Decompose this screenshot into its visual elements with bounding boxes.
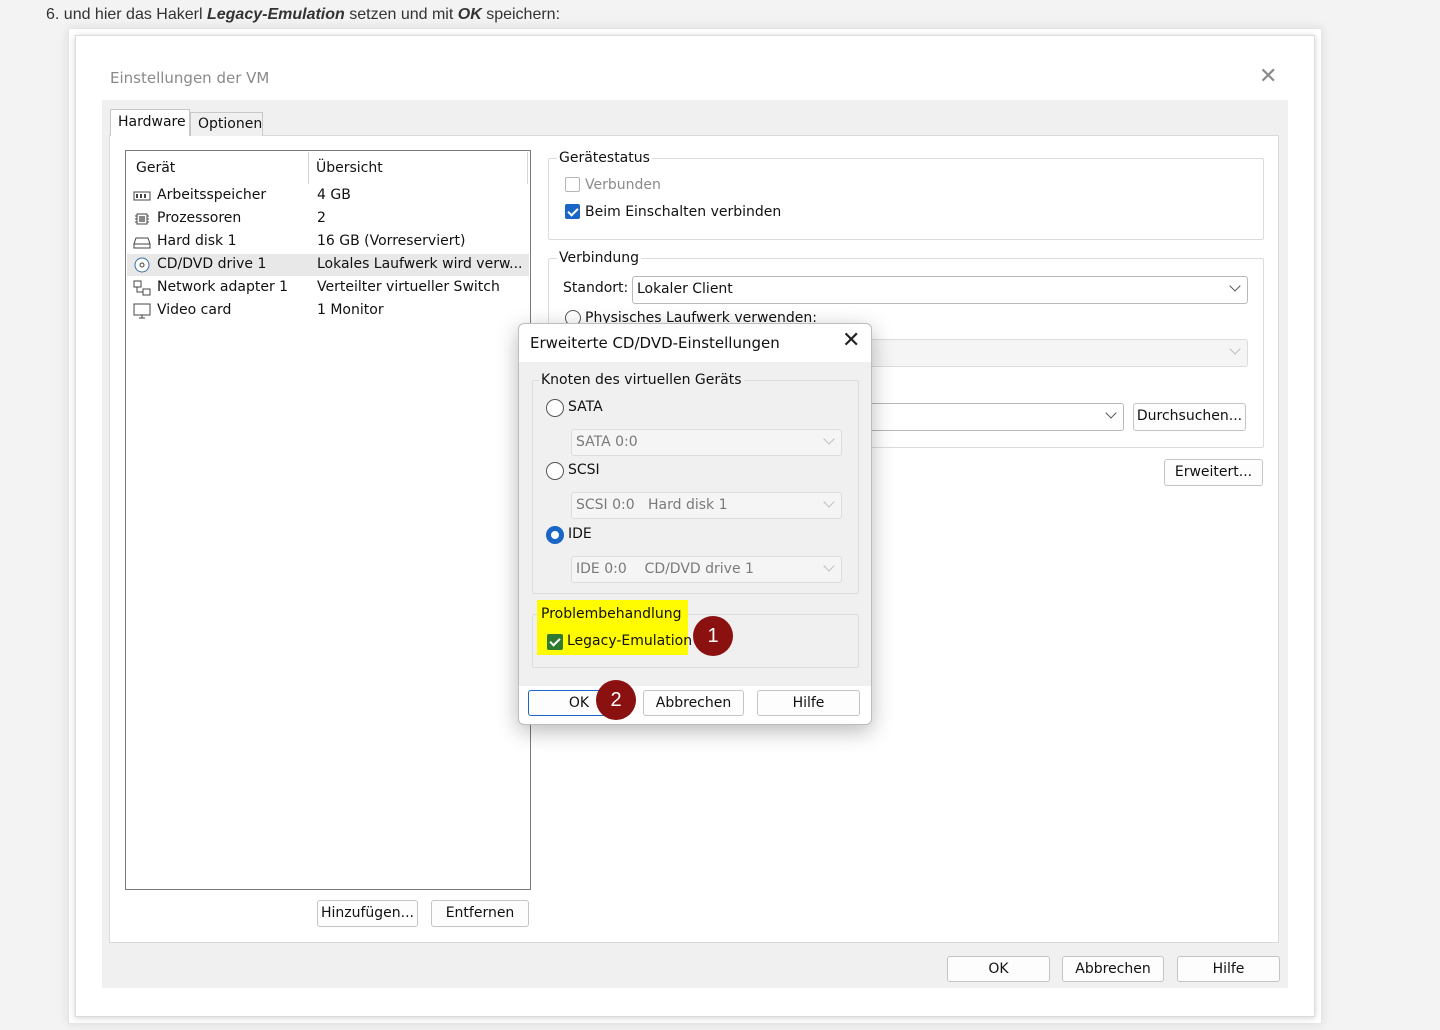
- device-name: Prozessoren: [157, 210, 242, 226]
- scsi-radio[interactable]: [546, 462, 564, 480]
- instruction-text: 6. und hier das Hakerl Legacy-Emulation …: [46, 6, 560, 24]
- ide-node-value: IDE 0:0 CD/DVD drive 1: [576, 561, 754, 577]
- scsi-label: SCSI: [568, 462, 600, 478]
- column-header-device[interactable]: Gerät: [136, 160, 175, 176]
- dialog-title: Erweiterte CD/DVD-Einstellungen: [530, 334, 780, 352]
- chevron-down-icon: [823, 433, 835, 445]
- sata-radio[interactable]: [546, 399, 564, 417]
- device-summary: 4 GB: [317, 187, 351, 203]
- dialog-cancel-button[interactable]: Abbrechen: [643, 690, 744, 716]
- window-title: Einstellungen der VM: [110, 69, 270, 87]
- remove-device-button[interactable]: Entfernen: [431, 900, 529, 927]
- cd-dvd-icon: [134, 257, 150, 273]
- add-device-button[interactable]: Hinzufügen...: [317, 900, 418, 927]
- sata-node-value: SATA 0:0: [576, 434, 638, 450]
- location-value: Lokaler Client: [637, 281, 733, 297]
- intro-bold-legacy: Legacy-Emulation: [206, 6, 345, 23]
- location-label: Standort:: [563, 280, 629, 296]
- help-button[interactable]: Hilfe: [1177, 956, 1280, 982]
- network-icon: [133, 280, 151, 296]
- device-name: Video card: [157, 302, 232, 318]
- device-name: Arbeitsspeicher: [157, 187, 267, 203]
- connect-on-power-checkbox[interactable]: [565, 204, 580, 219]
- device-summary: Lokales Laufwerk wird verw...: [317, 256, 522, 272]
- troubleshooting-title: Problembehandlung: [541, 606, 682, 622]
- image-file-select[interactable]: ): [856, 403, 1124, 431]
- ide-label: IDE: [568, 526, 592, 542]
- scsi-node-select[interactable]: SCSI 0:0 Hard disk 1: [571, 492, 842, 519]
- physical-drive-select[interactable]: [850, 339, 1248, 367]
- tab-optionen[interactable]: Optionen: [190, 112, 263, 136]
- intro-prefix: 6. und hier das Hakerl: [46, 6, 207, 23]
- dialog-close-icon[interactable]: ✕: [842, 330, 860, 352]
- device-name: CD/DVD drive 1: [157, 256, 267, 272]
- device-row-hard-disk[interactable]: Hard disk 1 16 GB (Vorreserviert): [127, 231, 529, 253]
- memory-icon: [133, 191, 151, 201]
- device-row-video-card[interactable]: Video card 1 Monitor: [127, 300, 529, 322]
- cancel-button[interactable]: Abbrechen: [1062, 956, 1164, 982]
- device-row-memory[interactable]: Arbeitsspeicher 4 GB: [127, 185, 529, 207]
- legacy-emulation-label: Legacy-Emulation: [567, 633, 693, 649]
- column-separator-end: [527, 152, 528, 184]
- device-name: Hard disk 1: [157, 233, 237, 249]
- tab-hardware[interactable]: Hardware: [110, 109, 190, 136]
- device-row-cpu[interactable]: Prozessoren 2: [127, 208, 529, 230]
- intro-middle: setzen und mit: [344, 6, 458, 23]
- device-status-title: Gerätestatus: [557, 150, 652, 166]
- device-status-group: [548, 158, 1264, 240]
- connection-title: Verbindung: [557, 250, 642, 266]
- step-marker-1: 1: [693, 616, 733, 656]
- device-summary: 1 Monitor: [317, 302, 384, 318]
- device-row-network[interactable]: Network adapter 1 Verteilter virtueller …: [127, 277, 529, 299]
- monitor-icon: [133, 303, 151, 319]
- device-summary: 2: [317, 210, 326, 226]
- sata-label: SATA: [568, 399, 603, 415]
- virtual-device-node-title: Knoten des virtuellen Geräts: [539, 372, 744, 388]
- step-marker-2: 2: [596, 680, 636, 720]
- device-name: Network adapter 1: [157, 279, 289, 295]
- chevron-down-icon: [1229, 343, 1241, 355]
- sata-node-select[interactable]: SATA 0:0: [571, 429, 842, 456]
- chevron-down-icon: [1229, 280, 1241, 292]
- connect-on-power-label: Beim Einschalten verbinden: [585, 204, 782, 220]
- ok-button[interactable]: OK: [947, 956, 1050, 982]
- cpu-icon: [135, 213, 149, 225]
- chevron-down-icon: [823, 560, 835, 572]
- device-row-cd-dvd[interactable]: CD/DVD drive 1 Lokales Laufwerk wird ver…: [127, 254, 529, 276]
- chevron-down-icon: [1105, 407, 1117, 419]
- legacy-emulation-checkbox[interactable]: [547, 634, 563, 650]
- device-summary: Verteilter virtueller Switch: [317, 279, 500, 295]
- intro-suffix: speichern:: [481, 6, 561, 23]
- column-separator: [308, 152, 309, 184]
- browse-button[interactable]: Durchsuchen...: [1133, 403, 1246, 431]
- ide-node-select[interactable]: IDE 0:0 CD/DVD drive 1: [571, 556, 842, 583]
- device-summary: 16 GB (Vorreserviert): [317, 233, 466, 249]
- window-close-icon[interactable]: ✕: [1259, 66, 1277, 88]
- connected-label: Verbunden: [585, 177, 661, 193]
- dialog-help-button[interactable]: Hilfe: [757, 690, 860, 716]
- chevron-down-icon: [823, 496, 835, 508]
- location-select[interactable]: Lokaler Client: [632, 276, 1248, 304]
- intro-bold-ok: OK: [457, 6, 482, 23]
- advanced-button[interactable]: Erweitert...: [1164, 459, 1263, 486]
- column-header-summary[interactable]: Übersicht: [316, 160, 383, 176]
- hard-disk-icon: [133, 237, 151, 249]
- scsi-node-value: SCSI 0:0 Hard disk 1: [576, 497, 728, 513]
- ide-radio[interactable]: [546, 526, 564, 544]
- connected-checkbox[interactable]: [565, 177, 580, 192]
